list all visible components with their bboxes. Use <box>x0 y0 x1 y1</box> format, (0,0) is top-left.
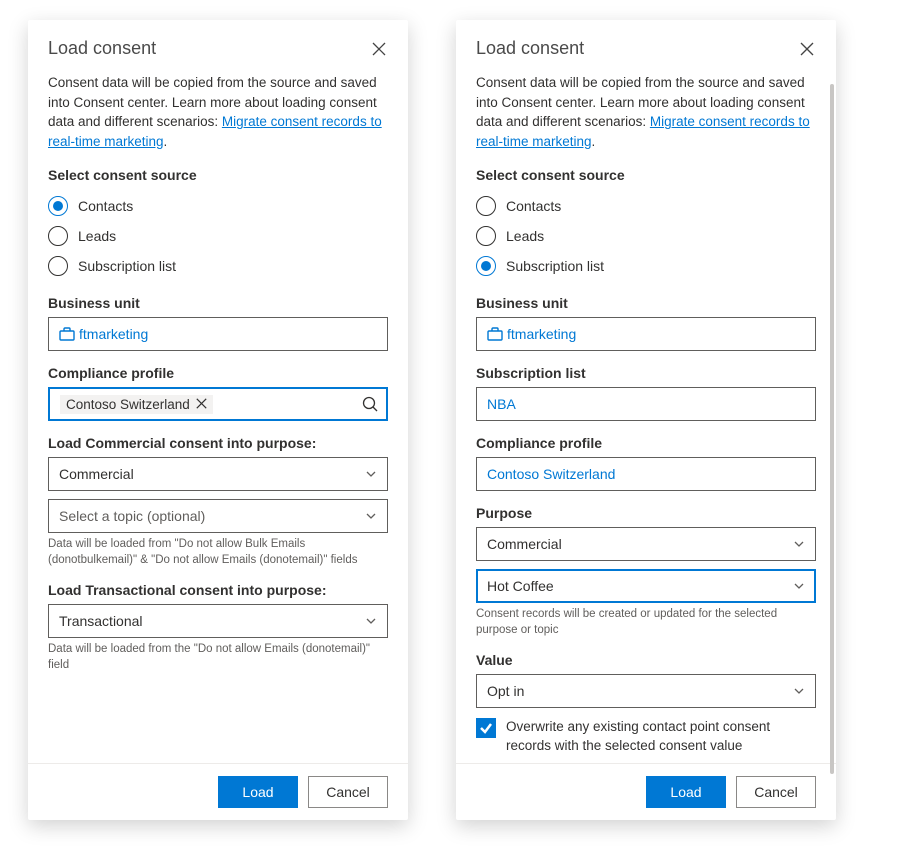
radio-icon <box>476 256 496 276</box>
purpose-label: Purpose <box>476 505 816 521</box>
topic-select[interactable]: Hot Coffee <box>476 569 816 603</box>
business-unit-field[interactable]: ftmarketing <box>48 317 388 351</box>
close-icon[interactable] <box>798 40 816 58</box>
radio-contacts[interactable]: Contacts <box>476 191 816 221</box>
compliance-profile-field[interactable]: Contoso Switzerland <box>476 457 816 491</box>
purpose-select[interactable]: Commercial <box>476 527 816 561</box>
radio-icon <box>476 196 496 216</box>
radio-icon <box>476 226 496 246</box>
close-icon[interactable] <box>370 40 388 58</box>
value-select[interactable]: Opt in <box>476 674 816 708</box>
overwrite-checkbox[interactable]: Overwrite any existing contact point con… <box>476 718 816 754</box>
footer: Load Cancel <box>28 763 408 820</box>
business-unit-label: Business unit <box>48 295 388 311</box>
radio-icon <box>48 226 68 246</box>
checkbox-icon <box>476 718 496 738</box>
commercial-purpose-select[interactable]: Commercial <box>48 457 388 491</box>
transactional-help: Data will be loaded from the "Do not all… <box>48 642 388 673</box>
briefcase-icon <box>59 327 75 341</box>
commercial-heading: Load Commercial consent into purpose: <box>48 435 388 451</box>
business-unit-label: Business unit <box>476 295 816 311</box>
radio-subscription-list[interactable]: Subscription list <box>476 251 816 281</box>
value-label: Value <box>476 652 816 668</box>
business-unit-field[interactable]: ftmarketing <box>476 317 816 351</box>
intro-text: Consent data will be copied from the sou… <box>48 73 388 151</box>
panel-title: Load consent <box>476 38 584 59</box>
transactional-heading: Load Transactional consent into purpose: <box>48 582 388 598</box>
subscription-list-field[interactable]: NBA <box>476 387 816 421</box>
cancel-button[interactable]: Cancel <box>736 776 816 808</box>
load-consent-panel-subscription: Load consent Consent data will be copied… <box>456 20 836 820</box>
load-button[interactable]: Load <box>646 776 726 808</box>
consent-source-group: Contacts Leads Subscription list <box>48 191 388 281</box>
consent-source-group: Contacts Leads Subscription list <box>476 191 816 281</box>
lookup-tag: Contoso Switzerland <box>60 395 213 414</box>
compliance-profile-lookup[interactable]: Contoso Switzerland <box>48 387 388 421</box>
radio-subscription-list[interactable]: Subscription list <box>48 251 388 281</box>
radio-contacts[interactable]: Contacts <box>48 191 388 221</box>
subscription-list-label: Subscription list <box>476 365 816 381</box>
radio-leads[interactable]: Leads <box>48 221 388 251</box>
radio-icon <box>48 196 68 216</box>
compliance-profile-label: Compliance profile <box>48 365 388 381</box>
commercial-topic-select[interactable]: Select a topic (optional) <box>48 499 388 533</box>
transactional-purpose-select[interactable]: Transactional <box>48 604 388 638</box>
chevron-down-icon <box>365 615 377 627</box>
cancel-button[interactable]: Cancel <box>308 776 388 808</box>
source-label: Select consent source <box>476 167 816 183</box>
tag-remove-icon[interactable] <box>196 397 207 412</box>
chevron-down-icon <box>365 510 377 522</box>
chevron-down-icon <box>793 580 805 592</box>
briefcase-icon <box>487 327 503 341</box>
commercial-help: Data will be loaded from "Do not allow B… <box>48 537 388 568</box>
purpose-help: Consent records will be created or updat… <box>476 607 816 638</box>
search-icon[interactable] <box>362 396 378 412</box>
chevron-down-icon <box>365 468 377 480</box>
chevron-down-icon <box>793 685 805 697</box>
radio-icon <box>48 256 68 276</box>
panel-title: Load consent <box>48 38 156 59</box>
source-label: Select consent source <box>48 167 388 183</box>
load-consent-panel-contacts: Load consent Consent data will be copied… <box>28 20 408 820</box>
chevron-down-icon <box>793 538 805 550</box>
radio-leads[interactable]: Leads <box>476 221 816 251</box>
footer: Load Cancel <box>456 763 836 820</box>
intro-text: Consent data will be copied from the sou… <box>476 73 816 151</box>
load-button[interactable]: Load <box>218 776 298 808</box>
overwrite-label: Overwrite any existing contact point con… <box>506 718 816 754</box>
scrollbar[interactable] <box>830 84 834 784</box>
compliance-profile-label: Compliance profile <box>476 435 816 451</box>
